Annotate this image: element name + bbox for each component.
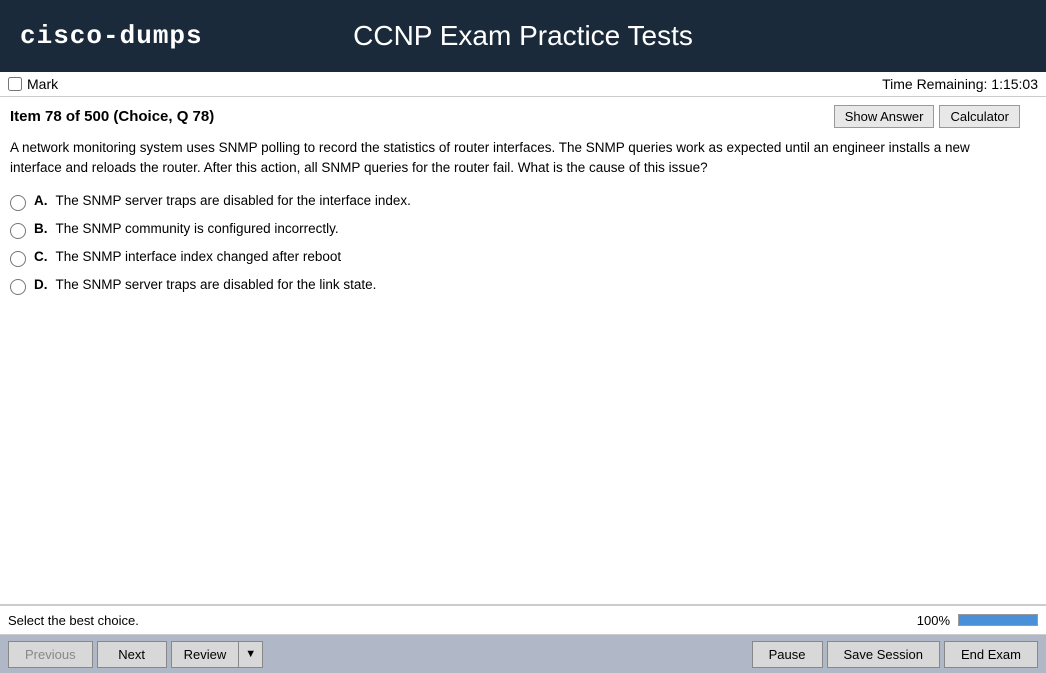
option-text-b: The SNMP community is configured incorre… (56, 221, 339, 236)
progress-area: 100% (917, 613, 1038, 628)
mark-checkbox[interactable] (8, 77, 22, 91)
pause-button[interactable]: Pause (752, 641, 823, 668)
progress-bar-fill (959, 615, 1037, 625)
end-exam-button[interactable]: End Exam (944, 641, 1038, 668)
page-title: CCNP Exam Practice Tests (353, 20, 693, 52)
left-nav-buttons: Previous Next Review ▼ (8, 641, 263, 668)
option-letter-c: C. (34, 249, 48, 264)
mark-label: Mark (27, 76, 58, 92)
next-button[interactable]: Next (97, 641, 167, 668)
option-row-d: D. The SNMP server traps are disabled fo… (10, 277, 1020, 295)
review-dropdown-button[interactable]: ▼ (238, 641, 263, 668)
timer: Time Remaining: 1:15:03 (882, 76, 1038, 92)
review-btn-group: Review ▼ (171, 641, 264, 668)
progress-bar-container (958, 614, 1038, 626)
logo: cisco-dumps (20, 21, 203, 51)
statusbar: Select the best choice. 100% (0, 605, 1046, 635)
option-radio-a[interactable] (10, 195, 26, 211)
timer-value: 1:15:03 (991, 76, 1038, 92)
mark-area: Mark (8, 76, 58, 92)
option-letter-b: B. (34, 221, 48, 236)
option-letter-a: A. (34, 193, 48, 208)
timer-label: Time Remaining: (882, 76, 987, 92)
option-radio-d[interactable] (10, 279, 26, 295)
question-text: A network monitoring system uses SNMP po… (10, 138, 1020, 179)
option-letter-d: D. (34, 277, 48, 292)
option-row-a: A. The SNMP server traps are disabled fo… (10, 193, 1020, 211)
review-button[interactable]: Review (171, 641, 239, 668)
topbar: Mark Time Remaining: 1:15:03 (0, 72, 1046, 97)
action-buttons: Show Answer Calculator (834, 105, 1020, 128)
item-header: Item 78 of 500 (Choice, Q 78) Show Answe… (10, 105, 1020, 128)
right-nav-buttons: Pause Save Session End Exam (752, 641, 1038, 668)
status-text: Select the best choice. (8, 613, 139, 628)
option-row-b: B. The SNMP community is configured inco… (10, 221, 1020, 239)
option-row-c: C. The SNMP interface index changed afte… (10, 249, 1020, 267)
option-text-a: The SNMP server traps are disabled for t… (56, 193, 411, 208)
navbar: Previous Next Review ▼ Pause Save Sessio… (0, 635, 1046, 673)
question-area: Item 78 of 500 (Choice, Q 78) Show Answe… (0, 97, 1046, 605)
option-text-d: The SNMP server traps are disabled for t… (56, 277, 377, 292)
item-info: Item 78 of 500 (Choice, Q 78) (10, 108, 214, 125)
previous-button[interactable]: Previous (8, 641, 93, 668)
option-radio-b[interactable] (10, 223, 26, 239)
calculator-button[interactable]: Calculator (939, 105, 1020, 128)
option-text-c: The SNMP interface index changed after r… (56, 249, 342, 264)
progress-pct: 100% (917, 613, 950, 628)
show-answer-button[interactable]: Show Answer (834, 105, 935, 128)
header: cisco-dumps CCNP Exam Practice Tests (0, 0, 1046, 72)
save-session-button[interactable]: Save Session (827, 641, 941, 668)
option-radio-c[interactable] (10, 251, 26, 267)
question-content-wrapper: Item 78 of 500 (Choice, Q 78) Show Answe… (10, 105, 1036, 295)
